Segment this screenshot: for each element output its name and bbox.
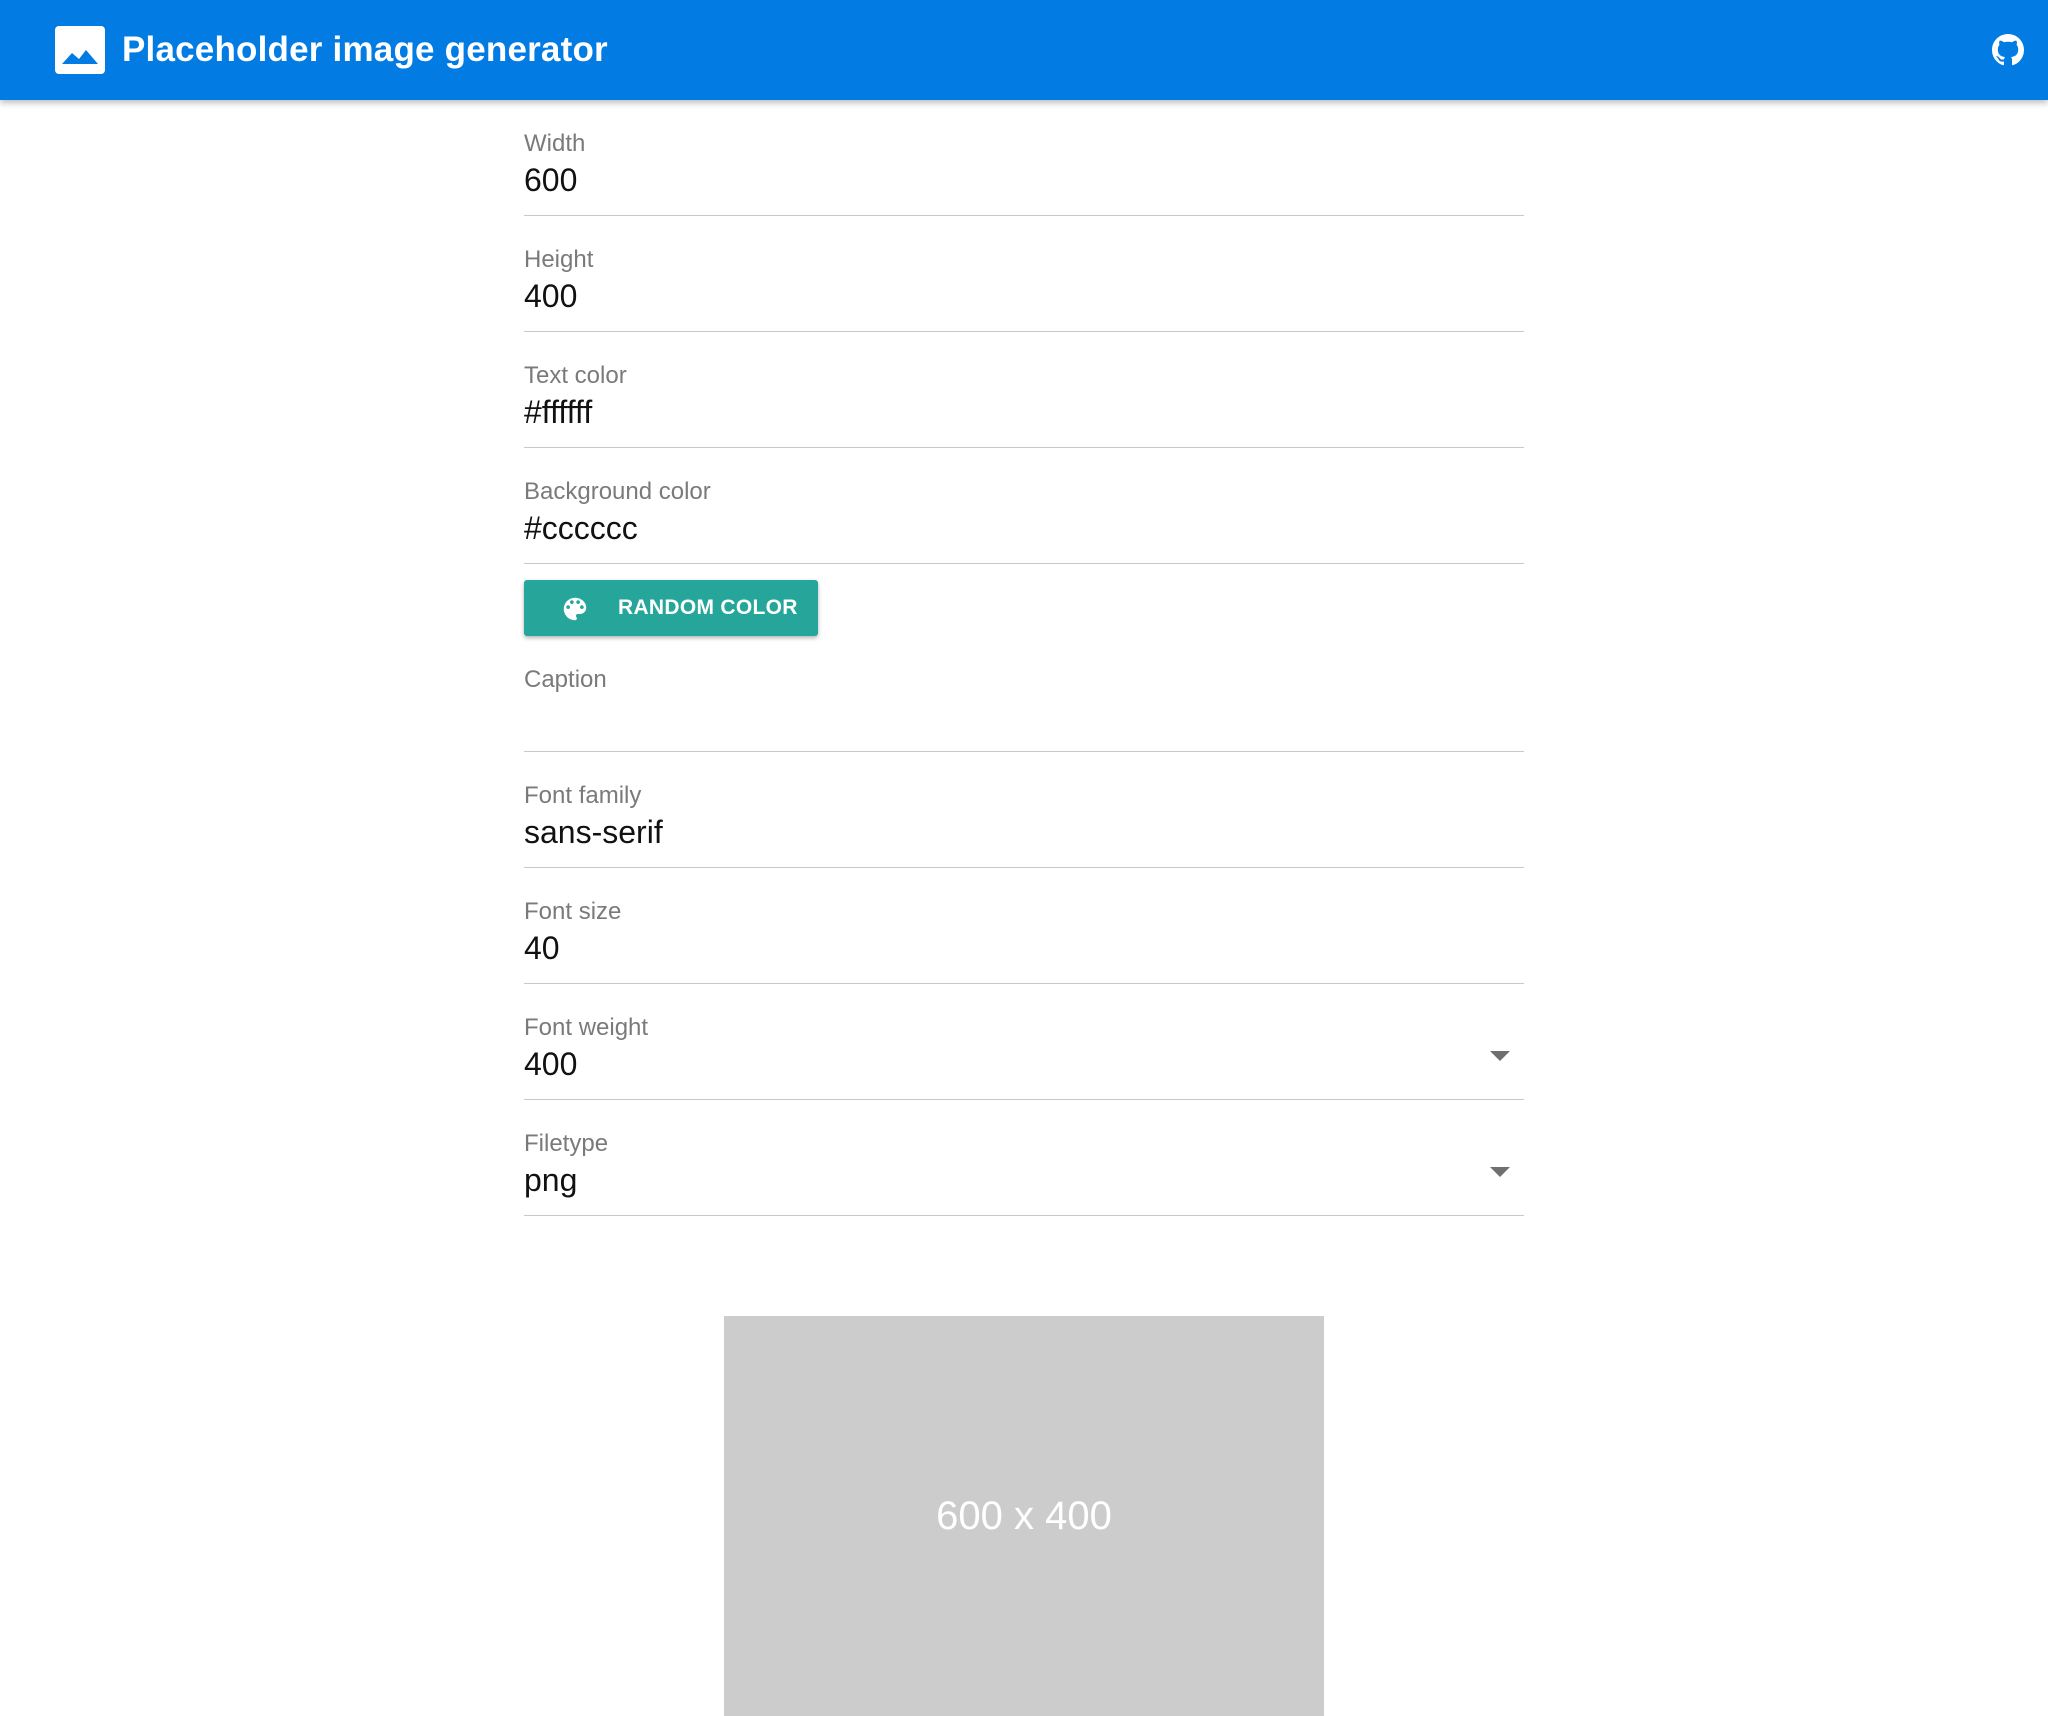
background-color-field[interactable]: Background color [524, 448, 1524, 564]
random-color-button[interactable]: RANDOM COLOR [524, 580, 818, 636]
caption-field[interactable]: Caption [524, 636, 1524, 752]
random-color-row: RANDOM COLOR [524, 564, 1524, 636]
app-title: Placeholder image generator [122, 30, 608, 69]
font-size-field[interactable]: Font size [524, 868, 1524, 984]
font-weight-label: Font weight [524, 1014, 649, 1041]
random-color-label: RANDOM COLOR [618, 596, 798, 619]
generator-form: Width Height Text color Background color… [524, 100, 1524, 1216]
font-weight-value: 400 [524, 1046, 578, 1082]
preview-caption: 600 x 400 [936, 1493, 1112, 1538]
filetype-select[interactable]: Filetype png [524, 1100, 1524, 1216]
github-icon[interactable] [1992, 34, 2024, 66]
height-label: Height [524, 246, 594, 273]
text-color-input[interactable] [524, 390, 1524, 434]
chevron-down-icon[interactable] [1490, 1167, 1510, 1177]
font-weight-select[interactable]: Font weight 400 [524, 984, 1524, 1100]
font-family-field[interactable]: Font family [524, 752, 1524, 868]
placeholder-preview-image: 600 x 400 [724, 1316, 1324, 1716]
font-size-input[interactable] [524, 926, 1524, 970]
font-family-input[interactable] [524, 810, 1524, 854]
width-label: Width [524, 130, 586, 157]
chevron-down-icon[interactable] [1490, 1051, 1510, 1061]
palette-icon [563, 597, 587, 621]
font-size-label: Font size [524, 898, 622, 925]
background-color-label: Background color [524, 478, 711, 505]
background-color-input[interactable] [524, 506, 1524, 550]
caption-label: Caption [524, 666, 607, 693]
height-input[interactable] [524, 274, 1524, 318]
width-input[interactable] [524, 158, 1524, 202]
font-family-label: Font family [524, 782, 642, 809]
text-color-field[interactable]: Text color [524, 332, 1524, 448]
filetype-value: png [524, 1162, 578, 1198]
filetype-label: Filetype [524, 1130, 609, 1157]
image-icon [55, 26, 105, 74]
app-header: Placeholder image generator [0, 0, 2048, 100]
height-field[interactable]: Height [524, 216, 1524, 332]
caption-input[interactable] [524, 694, 1524, 738]
width-field[interactable]: Width [524, 100, 1524, 216]
text-color-label: Text color [524, 362, 627, 389]
